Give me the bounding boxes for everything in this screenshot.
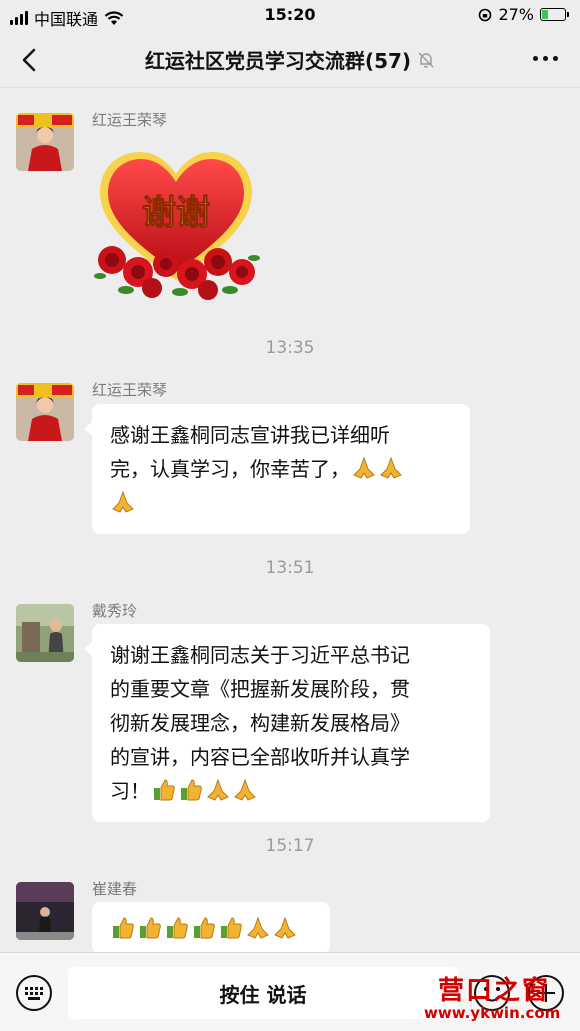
watermark: 营口之窗 www.ykwin.com	[424, 970, 574, 1026]
message-line: 的重要文章《把握新发展阶段，贯	[110, 677, 410, 701]
sticker-text: 谢谢	[142, 193, 210, 233]
avatar-cui-jianchun[interactable]	[16, 882, 74, 940]
thumbs-up-icon	[140, 917, 161, 939]
message-line: 完，认真学习，你幸苦了，	[110, 457, 350, 481]
sender-name: 戴秀玲	[92, 602, 138, 620]
avatar-wang-rongqin[interactable]	[16, 383, 74, 441]
message-line: 谢谢王鑫桐同志关于习近平总书记	[110, 643, 410, 667]
praying-hands-icon	[380, 456, 402, 479]
chat-title: 红运社区党员学习交流群(57)	[144, 49, 412, 73]
thumbs-up-icon	[113, 917, 134, 939]
thank-you-sticker[interactable]: 谢谢	[92, 140, 260, 302]
praying-hands-icon	[274, 916, 296, 939]
praying-hands-icon	[207, 778, 229, 801]
more-dots-icon[interactable]	[533, 56, 558, 61]
timestamp: 15:17	[265, 836, 315, 856]
message-bubble[interactable]: 谢谢王鑫桐同志关于习近平总书记 的重要文章《把握新发展阶段，贯 彻新发展理念，构…	[84, 624, 490, 822]
battery-icon	[540, 8, 569, 21]
message-bubble[interactable]	[92, 902, 330, 954]
thumbs-up-icon	[194, 917, 215, 939]
timestamp: 13:51	[265, 558, 315, 578]
message-line: 的宣讲，内容已全部收听并认真学	[110, 745, 410, 769]
battery-percent: 27%	[498, 5, 534, 24]
chat-header: 红运社区党员学习交流群(57)	[0, 32, 580, 88]
thumbs-up-icon	[154, 779, 175, 801]
orientation-lock-icon	[479, 8, 492, 21]
message-bubble[interactable]: 感谢王鑫桐同志宣讲我已详细听 完，认真学习，你幸苦了，	[84, 404, 470, 534]
message-line: 习！	[110, 779, 150, 803]
timestamp: 13:35	[265, 338, 315, 358]
avatar-wang-rongqin[interactable]	[16, 113, 74, 171]
praying-hands-icon	[353, 456, 375, 479]
sender-name: 红运王荣琴	[92, 381, 168, 399]
praying-hands-icon	[234, 778, 256, 801]
watermark-name: 营口之窗	[438, 976, 551, 1006]
thumbs-up-icon	[181, 779, 202, 801]
message-line: 彻新发展理念，构建新发展格局》	[110, 711, 410, 735]
press-to-talk-button[interactable]: 按住 说话	[68, 967, 458, 1019]
keyboard-icon[interactable]	[14, 973, 54, 1013]
thumbs-up-icon	[167, 917, 188, 939]
message-line: 感谢王鑫桐同志宣讲我已详细听	[110, 423, 390, 447]
thumbs-up-icon	[221, 917, 242, 939]
back-arrow-icon[interactable]	[16, 44, 46, 76]
watermark-url: www.ykwin.com	[424, 1004, 561, 1022]
mute-bell-icon	[418, 52, 434, 68]
avatar-dai-xiuling[interactable]	[16, 604, 74, 662]
praying-hands-icon	[112, 490, 134, 513]
sender-name: 红运王荣琴	[92, 111, 168, 129]
sender-name: 崔建春	[92, 880, 138, 898]
status-bar: 中国联通 15:20 27%	[0, 0, 580, 32]
praying-hands-icon	[247, 916, 269, 939]
